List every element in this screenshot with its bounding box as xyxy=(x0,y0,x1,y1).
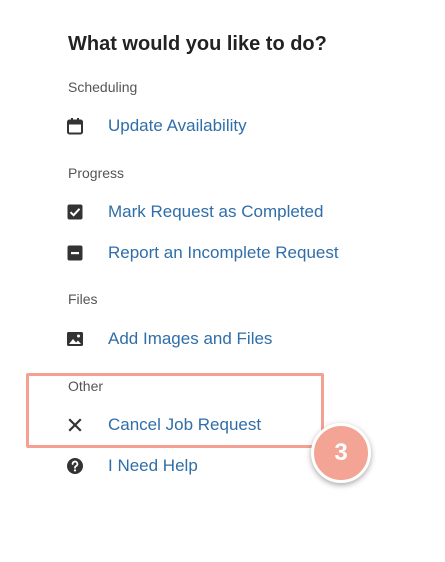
checkbox-indeterminate-icon xyxy=(66,244,84,262)
checkbox-checked-icon xyxy=(66,203,84,221)
section-label-scheduling: Scheduling xyxy=(68,79,138,95)
calendar-icon xyxy=(66,117,84,135)
page-title: What would you like to do? xyxy=(68,33,327,55)
action-menu-page: What would you like to do? Scheduling Up… xyxy=(0,0,445,562)
image-icon xyxy=(66,330,84,348)
section-label-progress: Progress xyxy=(68,165,125,181)
report-incomplete-link[interactable]: Report an Incomplete Request xyxy=(66,239,339,267)
update-availability-label: Update Availability xyxy=(108,116,247,135)
add-images-files-label: Add Images and Files xyxy=(108,329,273,348)
section-label-files: Files xyxy=(68,291,98,307)
need-help-link[interactable]: I Need Help xyxy=(66,452,198,480)
mark-completed-label: Mark Request as Completed xyxy=(108,202,324,221)
update-availability-link[interactable]: Update Availability xyxy=(66,112,247,140)
tutorial-highlight-box xyxy=(26,373,324,448)
step-number-badge: 3 xyxy=(311,423,371,483)
mark-completed-link[interactable]: Mark Request as Completed xyxy=(66,198,323,226)
need-help-label: I Need Help xyxy=(108,456,198,475)
help-icon xyxy=(66,457,84,475)
add-images-files-link[interactable]: Add Images and Files xyxy=(66,325,272,353)
report-incomplete-label: Report an Incomplete Request xyxy=(108,243,339,262)
